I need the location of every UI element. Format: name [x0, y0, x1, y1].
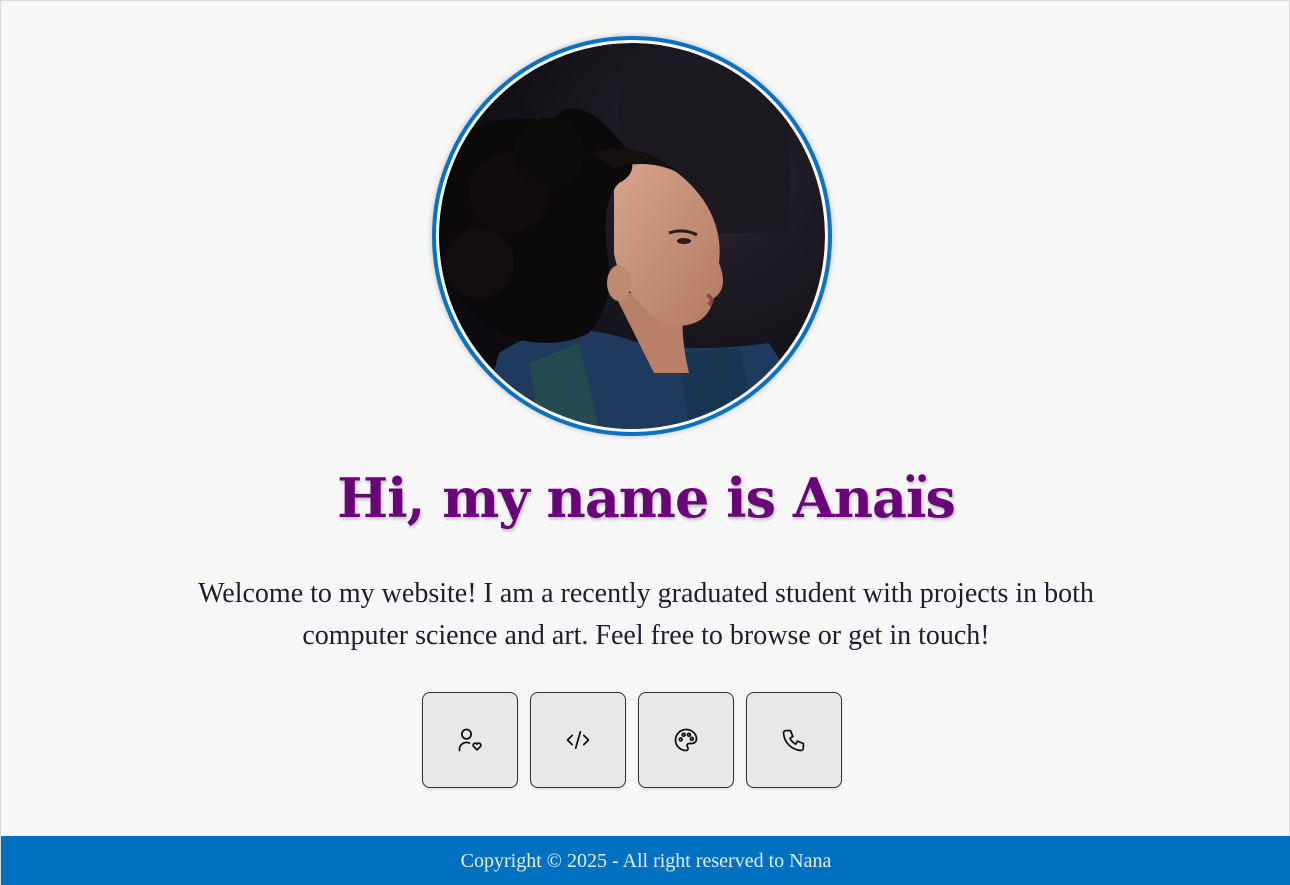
code-icon	[566, 730, 590, 750]
footer: Copyright © 2025 - All right reserved to…	[1, 836, 1290, 885]
code-projects-button[interactable]	[530, 692, 626, 788]
hero-section: Hi, my name is Anaïs Welcome to my websi…	[1, 1, 1290, 836]
profile-photo-frame	[432, 36, 832, 436]
contact-button[interactable]	[746, 692, 842, 788]
nav-button-row	[422, 692, 842, 788]
user-heart-icon	[458, 728, 482, 752]
page-title: Hi, my name is Anaïs	[337, 466, 956, 530]
palette-icon	[674, 728, 698, 752]
intro-text: Welcome to my website! I am a recently g…	[198, 578, 1094, 651]
about-button[interactable]	[422, 692, 518, 788]
art-projects-button[interactable]	[638, 692, 734, 788]
profile-photo	[439, 43, 825, 429]
copyright-text: Copyright © 2025 - All right reserved to…	[460, 849, 832, 872]
phone-icon	[782, 729, 805, 752]
